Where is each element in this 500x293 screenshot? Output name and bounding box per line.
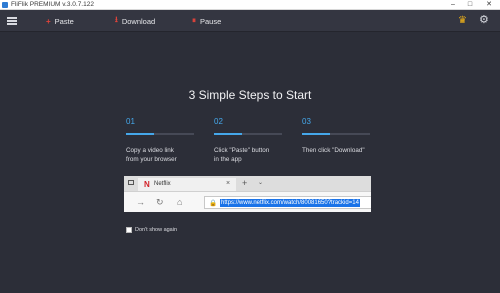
step-3: 03 Then click "Download" <box>302 117 387 156</box>
maximize-button[interactable]: □ <box>463 0 477 10</box>
close-button[interactable]: ✕ <box>482 0 496 10</box>
app-logo-icon <box>2 2 8 8</box>
step-number: 03 <box>302 117 311 126</box>
browser-tab: N Netflix × <box>138 178 236 191</box>
title-bar: FliFlik PREMIUM v.3.0.7.122 – □ ✕ <box>0 0 500 10</box>
step-line-1: Then click "Download" <box>302 147 365 154</box>
step-2: 02 Click "Paste" button in the app <box>214 117 299 164</box>
pause-button[interactable]: ⏸ Pause <box>192 10 221 32</box>
lock-icon: 🔒 <box>209 200 218 207</box>
paste-label: Paste <box>54 16 74 26</box>
tab-title: Netflix <box>154 181 171 187</box>
step-progress-fill <box>126 133 154 135</box>
step-number: 02 <box>214 117 223 126</box>
step-line-1: Copy a video link <box>126 147 174 154</box>
tab-switcher-icon <box>128 180 134 185</box>
toolbar: + Paste ⭳ Download ⏸ Pause ♛ ⚙ <box>0 10 500 32</box>
step-progress-track <box>214 133 282 135</box>
browser-address-bar: → ↻ ⌂ 🔒 https://www.netflix.com/watch/80… <box>124 191 371 212</box>
step-progress-track <box>126 133 194 135</box>
step-number: 01 <box>126 117 135 126</box>
browser-tab-strip: N Netflix × + ⌄ <box>124 176 371 191</box>
step-progress-fill <box>214 133 242 135</box>
dont-show-again-label[interactable]: Don't show again <box>135 227 177 233</box>
step-progress-fill <box>302 133 330 135</box>
tab-close-icon: × <box>226 180 231 187</box>
page-title: 3 Simple Steps to Start <box>188 88 312 102</box>
download-button[interactable]: ⭳ Download <box>115 10 155 32</box>
step-1: 01 Copy a video link from your browser <box>126 117 211 164</box>
hamburger-menu-icon[interactable] <box>7 17 17 25</box>
step-progress-track <box>302 133 370 135</box>
download-icon: ⭳ <box>115 15 118 24</box>
window-title: FliFlik PREMIUM v.3.0.7.122 <box>11 1 94 8</box>
gear-icon[interactable]: ⚙ <box>479 15 489 26</box>
step-description: Click "Paste" button in the app <box>214 147 304 164</box>
download-label: Download <box>121 16 156 26</box>
step-line-1: Click "Paste" button <box>214 147 270 154</box>
dont-show-again-row[interactable]: Don't show again <box>126 227 177 233</box>
plus-icon: + <box>46 16 51 26</box>
new-tab-icon: + <box>242 178 248 188</box>
paste-button[interactable]: + Paste <box>46 10 74 32</box>
dont-show-again-checkbox[interactable] <box>126 227 132 233</box>
forward-arrow-icon: → <box>136 197 145 207</box>
step-description: Then click "Download" <box>302 147 392 156</box>
crown-icon[interactable]: ♛ <box>458 16 467 26</box>
refresh-icon: ↻ <box>156 197 164 207</box>
home-icon: ⌂ <box>177 197 183 207</box>
step-description: Copy a video link from your browser <box>126 147 216 164</box>
step-line-2: in the app <box>214 155 242 163</box>
minimize-button[interactable]: – <box>446 0 460 10</box>
pause-icon: ⏸ <box>192 16 196 25</box>
url-text: https://www.netflix.com/watch/80081650?t… <box>220 199 360 207</box>
chevron-down-icon: ⌄ <box>258 180 264 186</box>
browser-illustration: N Netflix × + ⌄ → ↻ ⌂ 🔒 https://www.netf… <box>124 176 371 212</box>
step-line-2: from your browser <box>126 155 177 163</box>
url-field: 🔒 https://www.netflix.com/watch/80081650… <box>204 196 371 209</box>
netflix-logo-icon: N <box>144 180 150 189</box>
pause-label: Pause <box>200 16 222 26</box>
